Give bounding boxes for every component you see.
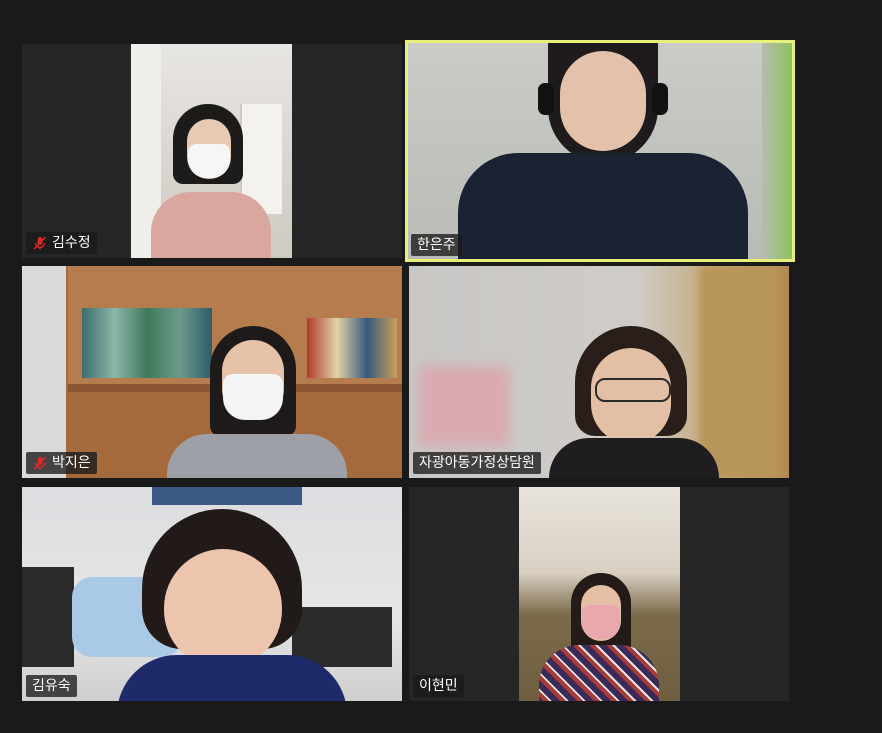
participant-video — [131, 44, 292, 258]
participant-nameplate: 한은주 — [411, 234, 462, 256]
video-tile-lee-hyeonmin[interactable]: 이현민 — [409, 487, 789, 701]
mic-muted-icon — [33, 236, 47, 250]
participant-video — [408, 43, 792, 259]
participant-name: 박지은 — [52, 455, 91, 471]
participant-name: 김유숙 — [32, 678, 71, 694]
mic-muted-icon — [33, 456, 47, 470]
participant-video — [22, 266, 402, 478]
video-tile-han-eunju[interactable]: 한은주 — [405, 40, 795, 262]
video-tile-kim-yusuk[interactable]: 김유숙 — [22, 487, 402, 701]
participant-name: 이현민 — [419, 678, 458, 694]
participant-video — [22, 487, 402, 701]
participant-name: 김수정 — [52, 235, 91, 251]
video-tile-counseling-center[interactable]: 자광아동가정상담원 — [409, 266, 789, 478]
video-tile-park-jieun[interactable]: 박지은 — [22, 266, 402, 478]
participant-nameplate: 김유숙 — [26, 675, 77, 697]
participant-nameplate: 자광아동가정상담원 — [413, 452, 541, 474]
video-tile-kim-sujeong[interactable]: 김수정 — [22, 44, 402, 258]
participant-nameplate: 이현민 — [413, 675, 464, 697]
participant-nameplate: 김수정 — [26, 232, 97, 254]
participant-video — [409, 266, 789, 478]
participant-name: 자광아동가정상담원 — [419, 455, 535, 471]
participant-name: 한은주 — [417, 237, 456, 253]
participant-nameplate: 박지은 — [26, 452, 97, 474]
participant-video — [519, 487, 680, 701]
